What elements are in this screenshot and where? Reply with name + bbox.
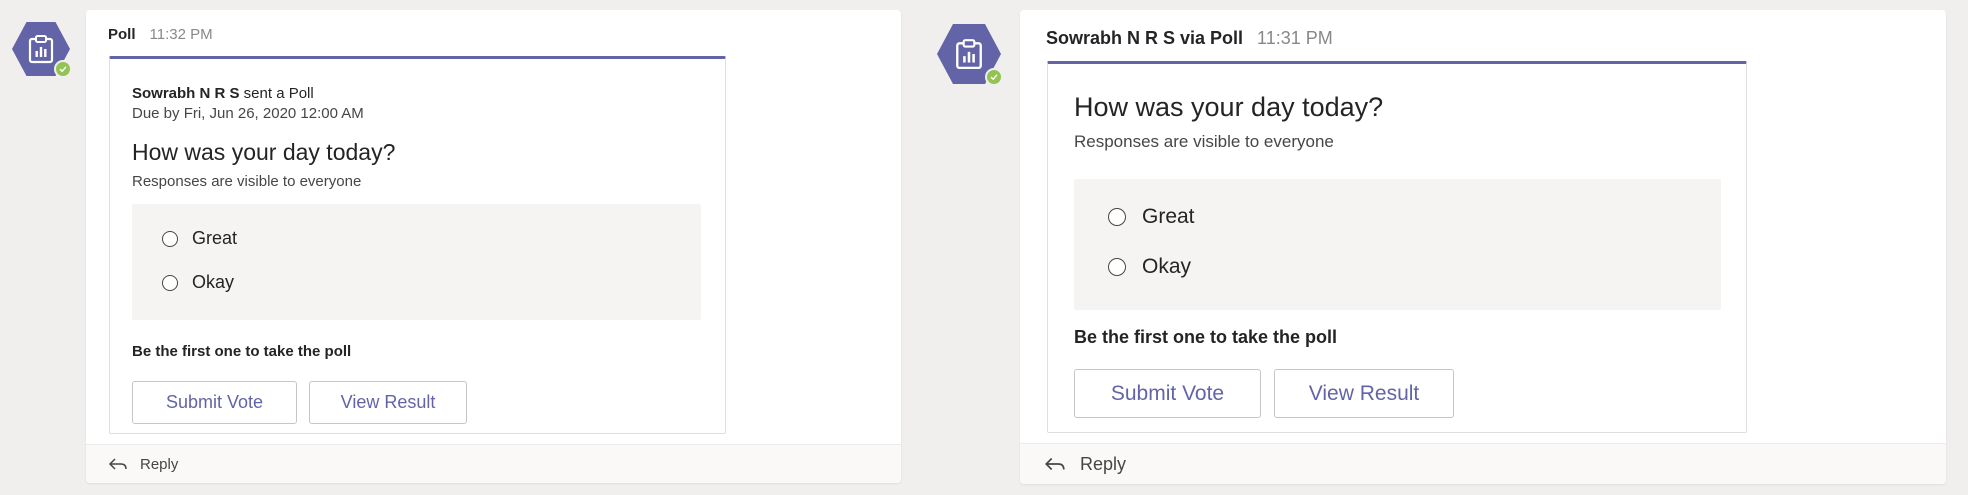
poll-option-okay[interactable]: Okay [162, 272, 234, 293]
poll-question: How was your day today? [132, 139, 396, 165]
poll-option-okay[interactable]: Okay [1108, 255, 1191, 279]
view-result-button[interactable]: View Result [309, 381, 467, 424]
poll-question: How was your day today? [1074, 92, 1384, 122]
option-label: Great [1142, 205, 1195, 228]
reply-bar[interactable]: Reply [86, 444, 901, 483]
sender-name: Sowrabh N R S via Poll [1046, 28, 1244, 48]
radio-button[interactable] [1108, 258, 1126, 276]
poll-option-great[interactable]: Great [1108, 205, 1195, 229]
poll-app-avatar[interactable] [937, 24, 1003, 86]
reply-label: Reply [140, 455, 179, 473]
submit-vote-button[interactable]: Submit Vote [1074, 369, 1261, 418]
radio-button[interactable] [1108, 208, 1126, 226]
radio-button[interactable] [162, 230, 178, 247]
poll-visibility-note: Responses are visible to everyone [1074, 132, 1334, 151]
option-label: Great [192, 228, 238, 248]
sender-name: Poll [108, 26, 136, 43]
poll-sent-text: sent a Poll [239, 85, 314, 102]
poll-app-avatar[interactable] [12, 22, 72, 78]
reply-bar[interactable]: Reply [1020, 443, 1946, 484]
poll-option-great[interactable]: Great [162, 228, 237, 249]
poll-card: How was your day today? Responses are vi… [1047, 61, 1747, 433]
view-result-button[interactable]: View Result [1274, 369, 1454, 418]
poll-options: Great Okay [132, 204, 701, 320]
message-time: 11:32 PM [149, 26, 213, 43]
reply-label: Reply [1080, 453, 1127, 474]
poll-message: Sowrabh N R S via Poll 11:31 PM How was … [1020, 10, 1946, 484]
poll-sender-line: Sowrabh N R S sent a Poll [132, 84, 364, 104]
message-header: Poll 11:32 PM [108, 26, 213, 43]
reply-arrow-icon [108, 458, 127, 470]
option-label: Okay [192, 272, 235, 292]
reply-arrow-icon [1045, 457, 1065, 471]
available-check-icon [985, 68, 1003, 86]
right-chat-panel: Sowrabh N R S via Poll 11:31 PM How was … [920, 0, 1968, 495]
available-check-icon [54, 60, 72, 78]
poll-intro: Sowrabh N R S sent a Poll Due by Fri, Ju… [132, 84, 364, 124]
poll-call-to-action: Be the first one to take the poll [1074, 327, 1338, 347]
poll-visibility-note: Responses are visible to everyone [132, 173, 362, 190]
message-header: Sowrabh N R S via Poll 11:31 PM [1046, 28, 1333, 49]
left-chat-panel: Poll 11:32 PM Sowrabh N R S sent a Poll … [0, 0, 920, 495]
radio-button[interactable] [162, 274, 178, 291]
poll-clipboard-icon [28, 35, 54, 64]
poll-options: Great Okay [1074, 179, 1721, 310]
chat-canvas: Poll 11:32 PM Sowrabh N R S sent a Poll … [0, 0, 1968, 495]
option-label: Okay [1142, 255, 1192, 278]
poll-call-to-action: Be the first one to take the poll [132, 343, 352, 360]
poll-due-date: Due by Fri, Jun 26, 2020 12:00 AM [132, 105, 364, 122]
poll-author: Sowrabh N R S [132, 85, 240, 102]
poll-clipboard-icon [956, 39, 982, 70]
poll-card: Sowrabh N R S sent a Poll Due by Fri, Ju… [109, 56, 726, 434]
submit-vote-button[interactable]: Submit Vote [132, 381, 297, 424]
message-time: 11:31 PM [1257, 28, 1333, 48]
poll-message: Poll 11:32 PM Sowrabh N R S sent a Poll … [86, 10, 901, 483]
